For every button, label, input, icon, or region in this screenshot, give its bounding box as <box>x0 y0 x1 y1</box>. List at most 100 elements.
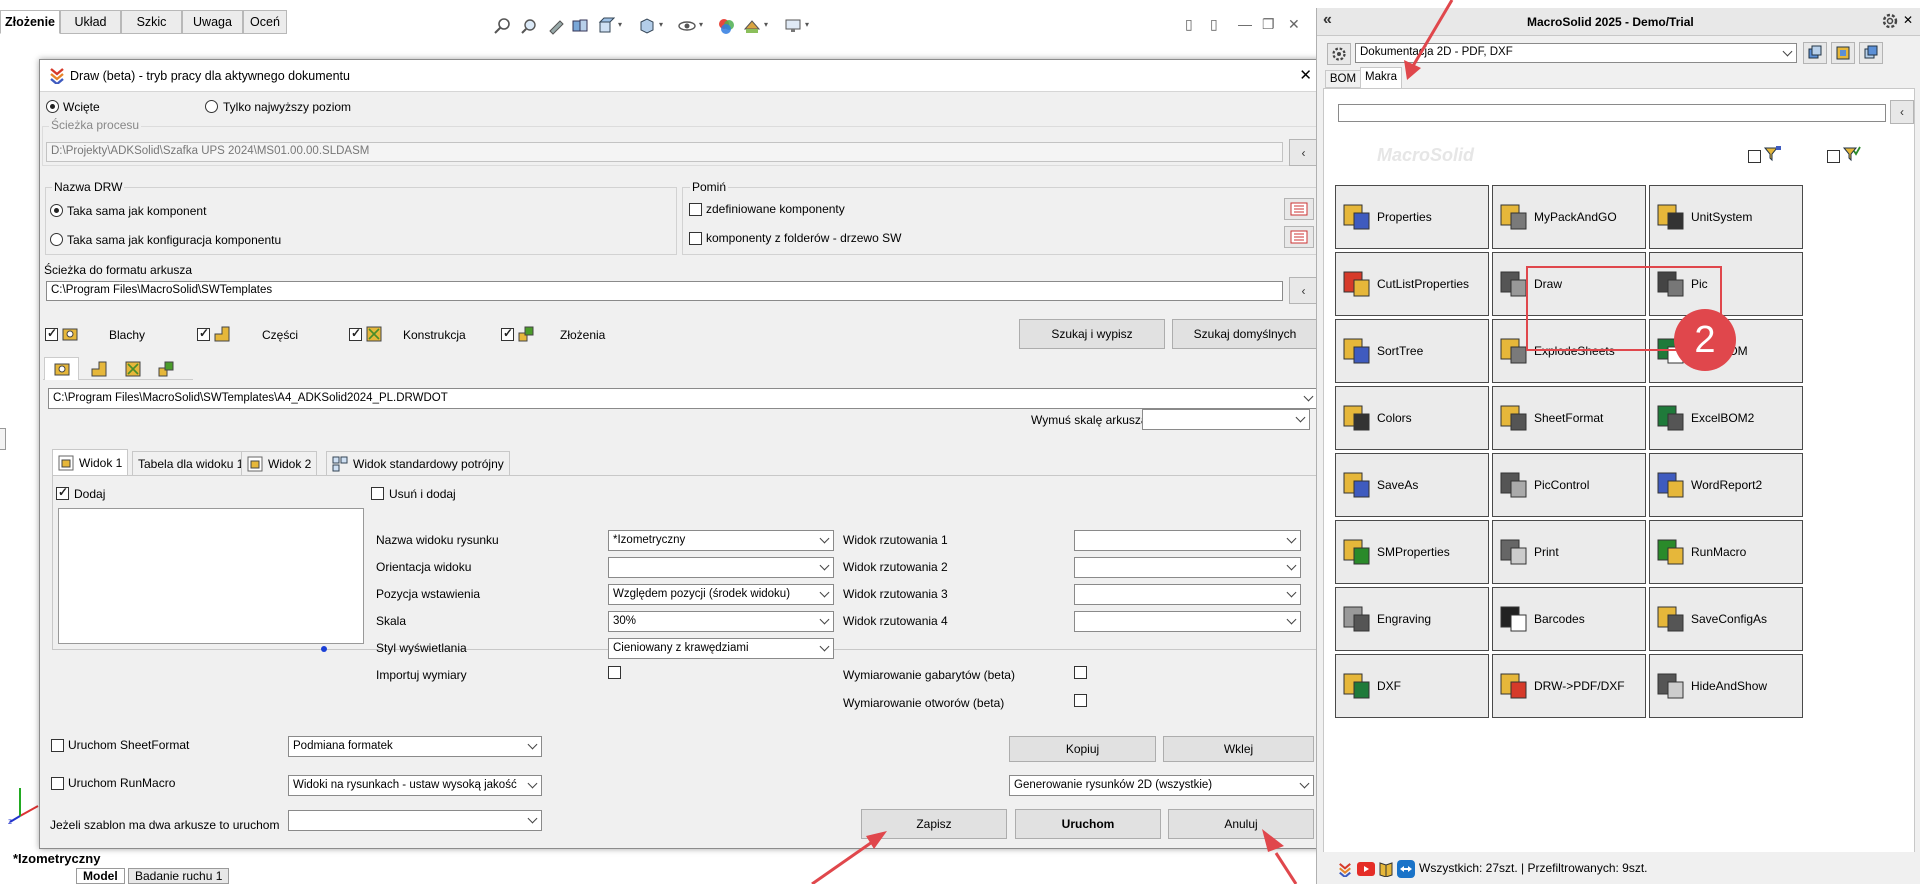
projection-1-combo[interactable] <box>1074 530 1301 551</box>
view-name-combo[interactable]: *Izometryczny <box>608 530 834 551</box>
tab-model[interactable]: Model <box>76 868 125 884</box>
feature-tree-toggle[interactable] <box>0 428 6 450</box>
youtube-icon[interactable] <box>1357 862 1375 876</box>
tile-right-icon[interactable]: ▯ <box>1210 16 1218 33</box>
tab-szkic[interactable]: Szkic <box>121 10 182 34</box>
dropdown-arrow-icon[interactable]: ▾ <box>805 20 809 29</box>
macro-button-dxf[interactable]: DXF <box>1335 654 1489 718</box>
close-window-icon[interactable]: ✕ <box>1288 16 1300 33</box>
checkbox-filter-2[interactable] <box>1827 150 1840 163</box>
macro-button-print[interactable]: Print <box>1492 520 1646 584</box>
macro-button-saveas[interactable]: SaveAs <box>1335 453 1489 517</box>
macro-button-barcodes[interactable]: Barcodes <box>1492 587 1646 651</box>
scale-combo[interactable]: 30% <box>608 611 834 632</box>
macro-button-hideandshow[interactable]: HideAndShow <box>1649 654 1803 718</box>
insert-position-combo[interactable]: Względem pozycji (środek widoku) <box>608 584 834 605</box>
checkbox-filter-1[interactable] <box>1748 150 1761 163</box>
projection-3-combo[interactable] <box>1074 584 1301 605</box>
projection-4-combo[interactable] <box>1074 611 1301 632</box>
macro-button-wordreport2[interactable]: WordReport2 <box>1649 453 1803 517</box>
macro-search-input[interactable] <box>1338 104 1886 122</box>
macrosolid-logo-icon[interactable] <box>1338 863 1352 877</box>
sheet-format-path-field[interactable]: C:\Program Files\MacroSolid\SWTemplates <box>46 281 1283 301</box>
sheet-format-back-button[interactable]: ‹ <box>1289 277 1318 304</box>
preset-action-3-button[interactable] <box>1859 42 1883 64</box>
checkbox-remove-add[interactable] <box>371 487 384 500</box>
macro-button-runmacro[interactable]: RunMacro <box>1649 520 1803 584</box>
section-view-icon[interactable] <box>571 17 589 35</box>
radio-name-config[interactable] <box>50 233 63 246</box>
radio-name-component[interactable] <box>50 204 63 217</box>
checkbox-type-sheetmetal[interactable] <box>45 326 58 341</box>
checkbox-defined-components[interactable] <box>689 203 702 216</box>
force-scale-combo[interactable] <box>1142 409 1310 430</box>
display-style-icon[interactable] <box>638 17 656 35</box>
dialog-close-icon[interactable]: ✕ <box>1299 66 1312 84</box>
view-settings-icon[interactable] <box>784 17 802 35</box>
macro-search-back-button[interactable]: ‹ <box>1890 100 1914 124</box>
macro-button-excelbom2[interactable]: ExcelBOM2 <box>1649 386 1803 450</box>
list-edit-button[interactable] <box>1284 198 1314 220</box>
zoom-area-icon[interactable] <box>520 17 538 35</box>
template-tab-part-icon[interactable] <box>90 360 108 378</box>
macro-button-piccontrol[interactable]: PicControl <box>1492 453 1646 517</box>
dropdown-arrow-icon[interactable]: ▾ <box>618 20 622 29</box>
tab-table-view-1[interactable]: Tabela dla widoku 1 <box>132 451 250 476</box>
preset-action-2-button[interactable] <box>1831 42 1855 64</box>
tab-view-2[interactable]: Widok 2 <box>241 451 318 476</box>
generate-mode-combo[interactable]: Generowanie rysunków 2D (wszystkie) <box>1009 775 1314 796</box>
view-orientation-combo[interactable] <box>608 557 834 578</box>
macro-button-saveconfigas[interactable]: SaveConfigAs <box>1649 587 1803 651</box>
run-sheetformat-combo[interactable]: Podmiana formatek <box>288 736 542 757</box>
checkbox-run-runmacro[interactable] <box>51 777 64 790</box>
search-default-button[interactable]: Szukaj domyślnych <box>1172 319 1318 349</box>
zoom-to-fit-icon[interactable] <box>493 17 511 35</box>
tab-standard-3-view[interactable]: Widok standardowy potrójny <box>326 451 510 476</box>
previous-view-icon[interactable] <box>547 17 565 35</box>
checkbox-type-assembly[interactable] <box>501 326 514 341</box>
panel-close-icon[interactable]: ✕ <box>1903 13 1913 27</box>
macro-button-sorttree[interactable]: SortTree <box>1335 319 1489 383</box>
tab-view-1[interactable]: Widok 1 <box>52 449 129 476</box>
collapse-icon[interactable]: « <box>1323 11 1332 29</box>
save-button[interactable]: Zapisz <box>861 809 1007 839</box>
template-tab-sheetmetal[interactable] <box>44 357 79 380</box>
paste-button[interactable]: Wklej <box>1163 736 1314 762</box>
preset-combo[interactable]: Dokumentacja 2D - PDF, DXF <box>1355 43 1797 63</box>
macro-button-mypackandgo[interactable]: MyPackAndGO <box>1492 185 1646 249</box>
run-button[interactable]: Uruchom <box>1015 809 1161 839</box>
apply-scene-icon[interactable] <box>743 17 761 35</box>
dropdown-arrow-icon[interactable]: ▾ <box>764 20 768 29</box>
settings-button[interactable] <box>1327 43 1351 65</box>
run-runmacro-combo[interactable]: Widoki na rysunkach - ustaw wysoką jakoś… <box>288 775 542 796</box>
display-style-combo[interactable]: Cieniowany z krawędziami <box>608 638 834 659</box>
checkbox-folder-components[interactable] <box>689 232 702 245</box>
tab-zlozenie[interactable]: Złożenie <box>0 10 60 34</box>
folder-list-edit-button[interactable] <box>1284 226 1314 248</box>
radio-top-level[interactable] <box>205 100 218 113</box>
search-list-button[interactable]: Szukaj i wypisz <box>1019 319 1165 349</box>
minimize-icon[interactable]: — <box>1238 16 1252 32</box>
tab-makra[interactable]: Makra <box>1360 67 1402 88</box>
checkbox-type-parts[interactable] <box>197 326 210 341</box>
checkbox-dim-holes[interactable] <box>1074 694 1087 707</box>
preset-action-1-button[interactable] <box>1803 42 1827 64</box>
macro-button-unitsystem[interactable]: UnitSystem <box>1649 185 1803 249</box>
checkbox-add[interactable] <box>56 485 69 500</box>
template-path-combo[interactable]: C:\Program Files\MacroSolid\SWTemplates\… <box>48 388 1318 409</box>
checkbox-run-sheetformat[interactable] <box>51 739 64 752</box>
macro-button-drw-pdf-dxf[interactable]: DRW->PDF/DXF <box>1492 654 1646 718</box>
macro-button-smproperties[interactable]: SMProperties <box>1335 520 1489 584</box>
tab-uklad[interactable]: Układ <box>60 10 121 34</box>
restore-icon[interactable]: ❐ <box>1262 16 1275 33</box>
tab-bom[interactable]: BOM <box>1325 70 1361 88</box>
edit-appearance-icon[interactable] <box>717 17 735 35</box>
tab-uwaga[interactable]: Uwaga <box>182 10 243 34</box>
teamviewer-icon[interactable] <box>1397 860 1415 878</box>
checkbox-type-weldment[interactable] <box>349 326 362 341</box>
gear-icon[interactable] <box>1881 12 1899 30</box>
radio-indented[interactable] <box>46 100 59 113</box>
copy-button[interactable]: Kopiuj <box>1009 736 1156 762</box>
dropdown-arrow-icon[interactable]: ▾ <box>659 20 663 29</box>
cancel-button[interactable]: Anuluj <box>1168 809 1314 839</box>
